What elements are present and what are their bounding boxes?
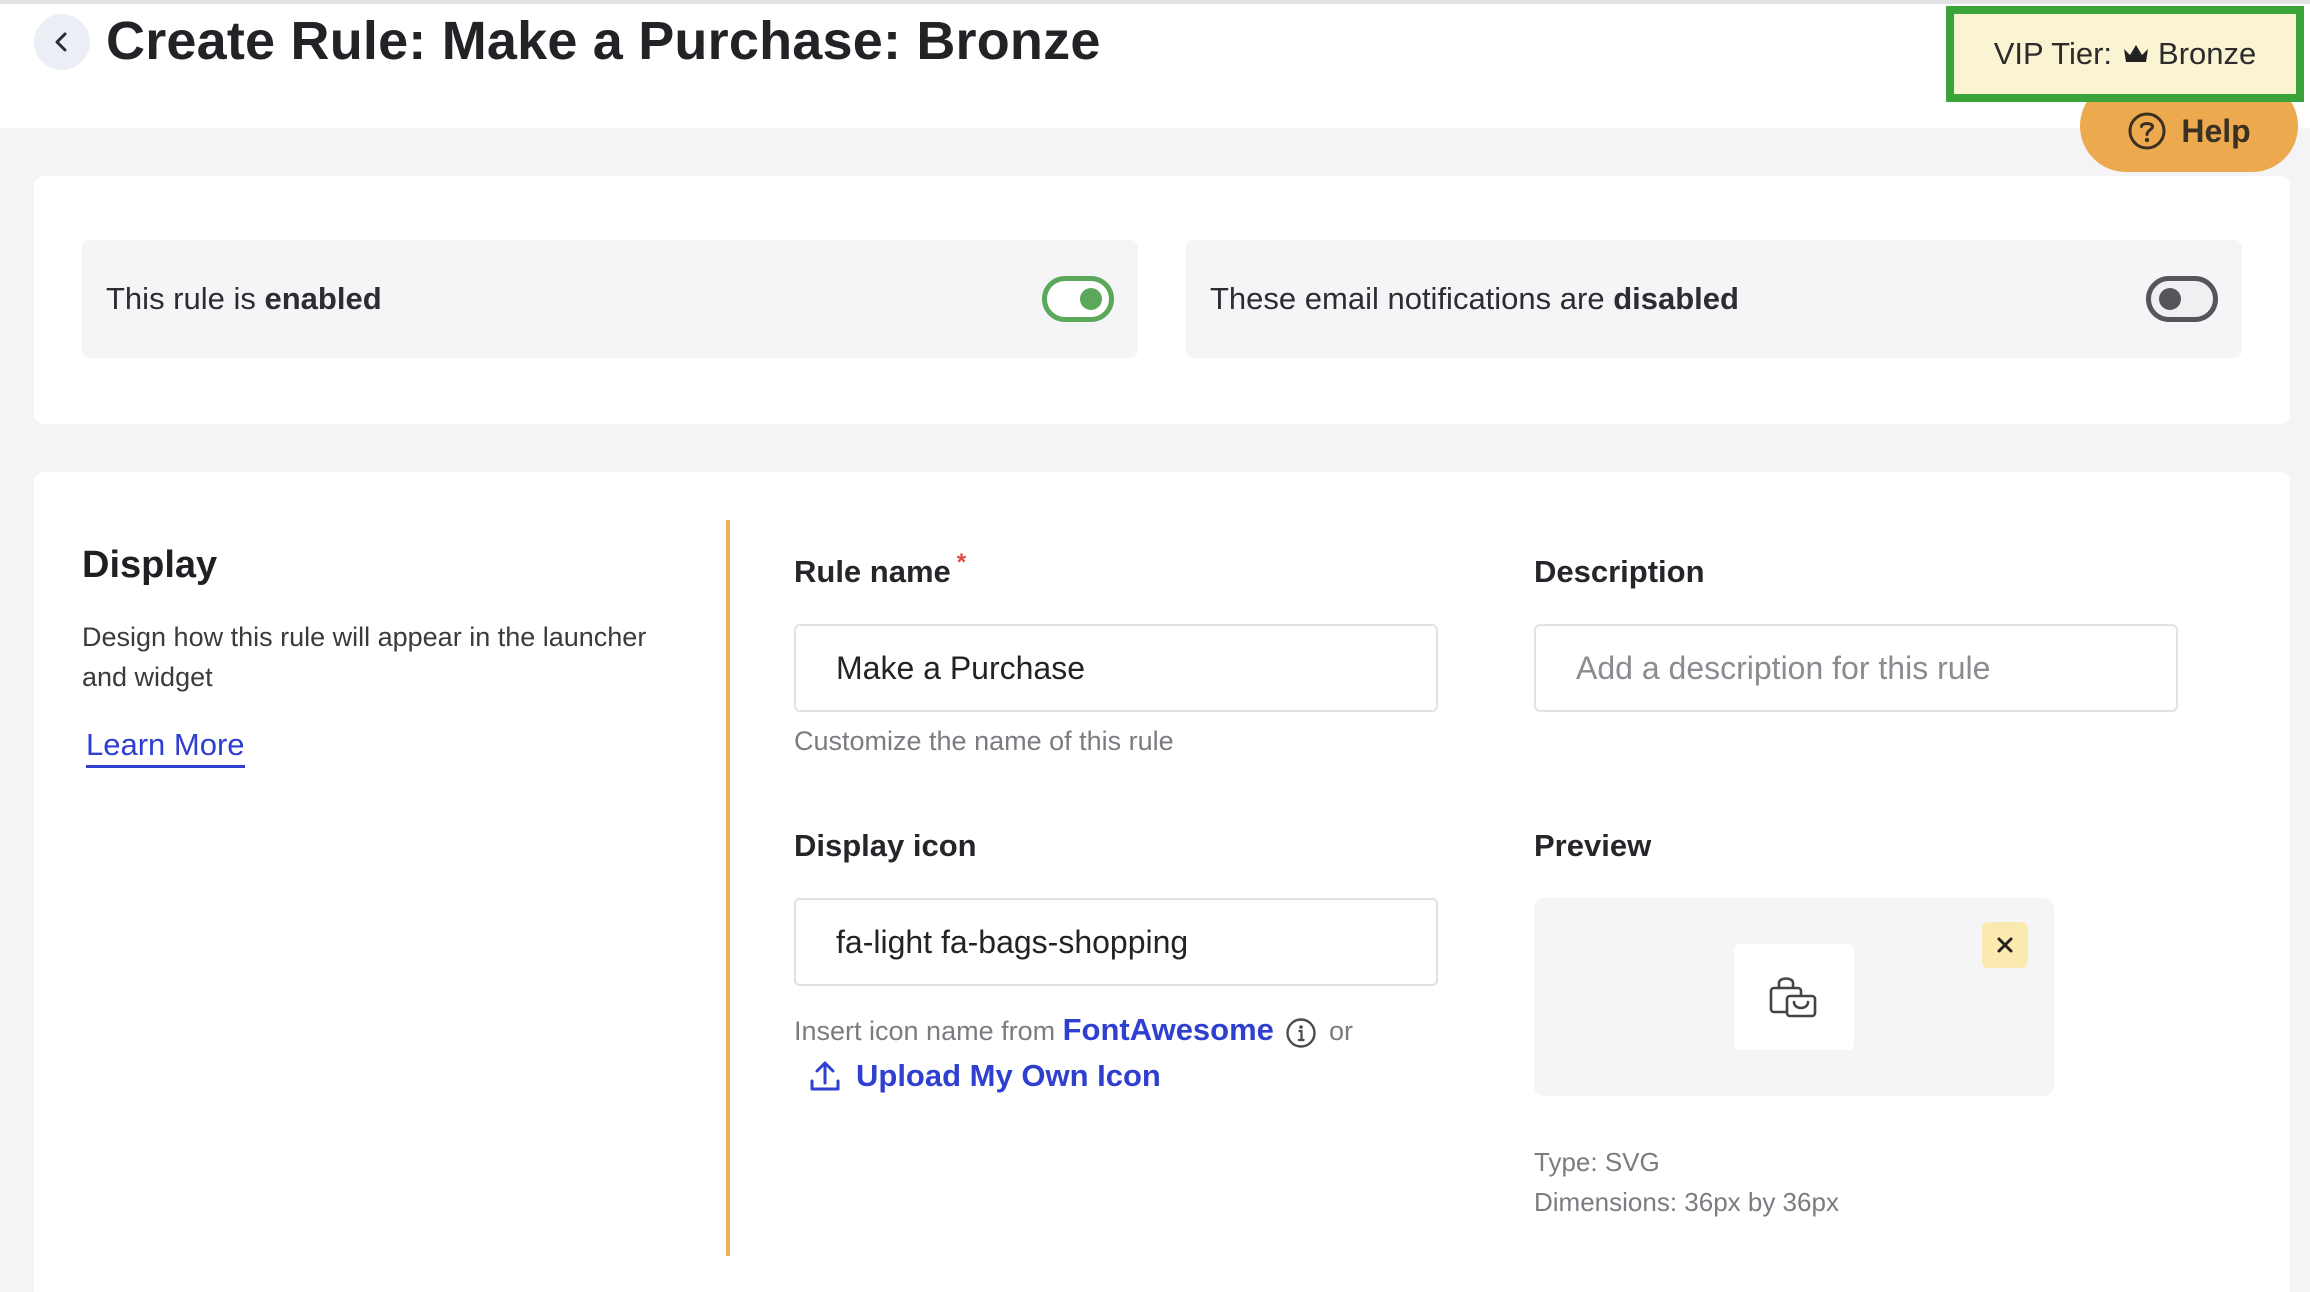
- rule-name-label: Rule name *: [794, 549, 966, 590]
- vip-tier-value: Bronze: [2158, 36, 2257, 71]
- rule-name-input[interactable]: Make a Purchase: [794, 624, 1438, 712]
- remove-icon-button[interactable]: [1982, 922, 2028, 968]
- vip-tier-badge: VIP Tier: Bronze: [1946, 6, 2304, 102]
- toggle-knob: [2159, 288, 2181, 310]
- display-icon-hint: Insert icon name from FontAwesome or: [794, 1012, 1353, 1049]
- icon-preview-box: [1534, 898, 2054, 1096]
- display-icon-input[interactable]: fa-light fa-bags-shopping: [794, 898, 1438, 986]
- question-circle-icon: [2128, 112, 2166, 150]
- description-input[interactable]: Add a description for this rule: [1534, 624, 2178, 712]
- hint-prefix: Insert icon name from: [794, 1016, 1056, 1046]
- display-intro: Display Design how this rule will appear…: [82, 544, 682, 768]
- close-icon: [1997, 937, 2013, 953]
- preview-meta: Type: SVG Dimensions: 36px by 36px: [1534, 1142, 1839, 1222]
- display-section-title: Display: [82, 544, 218, 586]
- rule-name-label-text: Rule name: [794, 554, 951, 589]
- rule-status-card: This rule is enabled These email notific…: [34, 176, 2290, 424]
- info-icon[interactable]: [1285, 1017, 1317, 1049]
- display-icon-value: fa-light fa-bags-shopping: [836, 923, 1189, 960]
- preview-label: Preview: [1534, 828, 1652, 863]
- back-button[interactable]: [34, 14, 90, 70]
- shopping-bag-icon: [1769, 977, 1817, 1018]
- display-icon-label: Display icon: [794, 828, 977, 863]
- icon-preview-tile: [1734, 944, 1854, 1050]
- page-title: Create Rule: Make a Purchase: Bronze: [106, 11, 1101, 71]
- chevron-left-icon: [55, 32, 67, 52]
- description-label: Description: [1534, 554, 1705, 589]
- email-notifications-prefix: These email notifications are: [1210, 281, 1614, 316]
- required-marker: *: [956, 549, 967, 576]
- email-notifications-text: These email notifications are disabled: [1210, 281, 1739, 317]
- learn-more-link[interactable]: Learn More: [86, 727, 245, 768]
- help-label: Help: [2181, 112, 2251, 149]
- display-card: Display Design how this rule will appear…: [34, 472, 2290, 1292]
- rule-enabled-text: This rule is enabled: [106, 281, 382, 317]
- vip-tier-value-wrap: Bronze: [2122, 36, 2256, 72]
- email-notifications-state: disabled: [1613, 281, 1739, 316]
- email-notifications-toggle[interactable]: [2146, 276, 2218, 322]
- email-notifications-panel: These email notifications are disabled: [1186, 240, 2242, 358]
- preview-dimensions: Dimensions: 36px by 36px: [1534, 1187, 1839, 1217]
- upload-own-icon-link[interactable]: Upload My Own Icon: [808, 1058, 1161, 1094]
- hint-suffix: or: [1328, 1016, 1353, 1046]
- description-placeholder: Add a description for this rule: [1576, 649, 1991, 686]
- display-section-description: Design how this rule will appear in the …: [82, 622, 647, 692]
- upload-own-icon-label: Upload My Own Icon: [856, 1058, 1161, 1093]
- preview-type: Type: SVG: [1534, 1147, 1660, 1177]
- rule-name-value: Make a Purchase: [836, 649, 1086, 686]
- rule-enabled-panel: This rule is enabled: [82, 240, 1138, 358]
- upload-icon: [810, 1061, 840, 1091]
- rule-name-hint: Customize the name of this rule: [794, 726, 1174, 756]
- rule-enabled-prefix: This rule is: [106, 281, 265, 316]
- vip-tier-label: VIP Tier:: [1993, 36, 2113, 71]
- rule-enabled-state: enabled: [264, 281, 382, 316]
- toggle-knob: [1080, 288, 1102, 310]
- crown-icon: [2124, 45, 2149, 62]
- fontawesome-link[interactable]: FontAwesome: [1063, 1012, 1274, 1047]
- section-divider: [726, 520, 730, 1256]
- rule-enabled-toggle[interactable]: [1042, 276, 1114, 322]
